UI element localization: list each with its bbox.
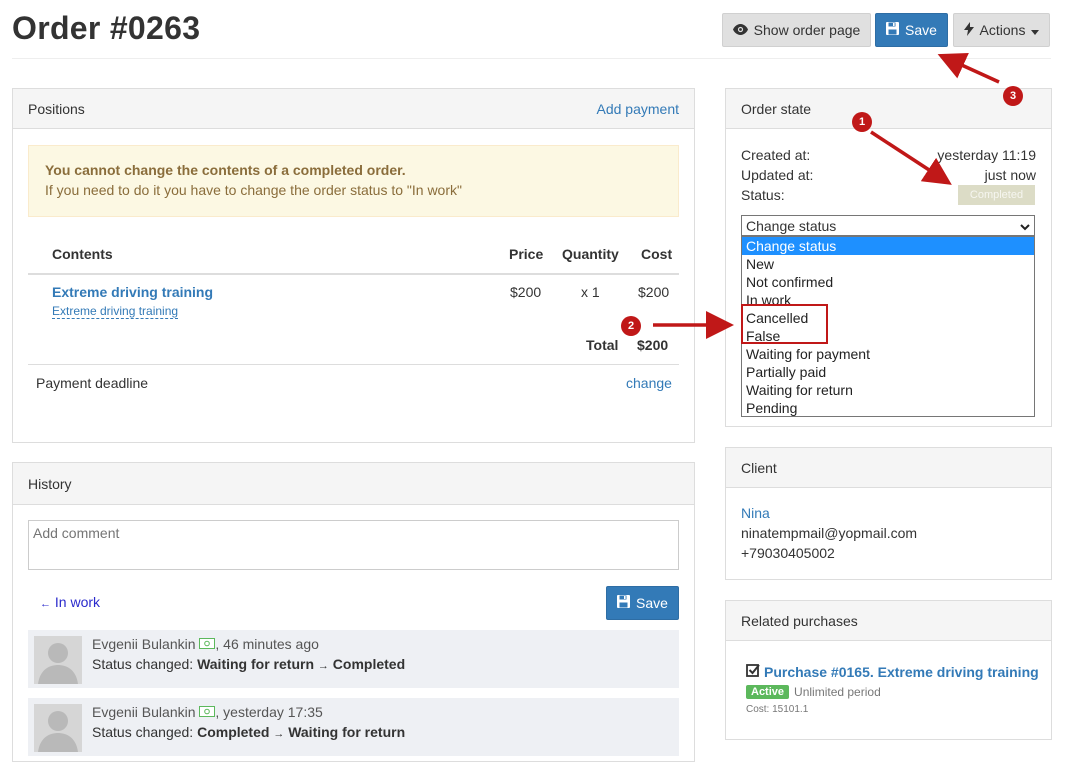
arrow-1 xyxy=(870,130,952,185)
arrow-3 xyxy=(937,52,1000,84)
annotation-arrows xyxy=(653,52,1000,339)
annotation-marker-1: 1 xyxy=(852,112,872,132)
annotation-marker-2: 2 xyxy=(621,316,641,336)
annotation-marker-3: 3 xyxy=(1003,86,1023,106)
